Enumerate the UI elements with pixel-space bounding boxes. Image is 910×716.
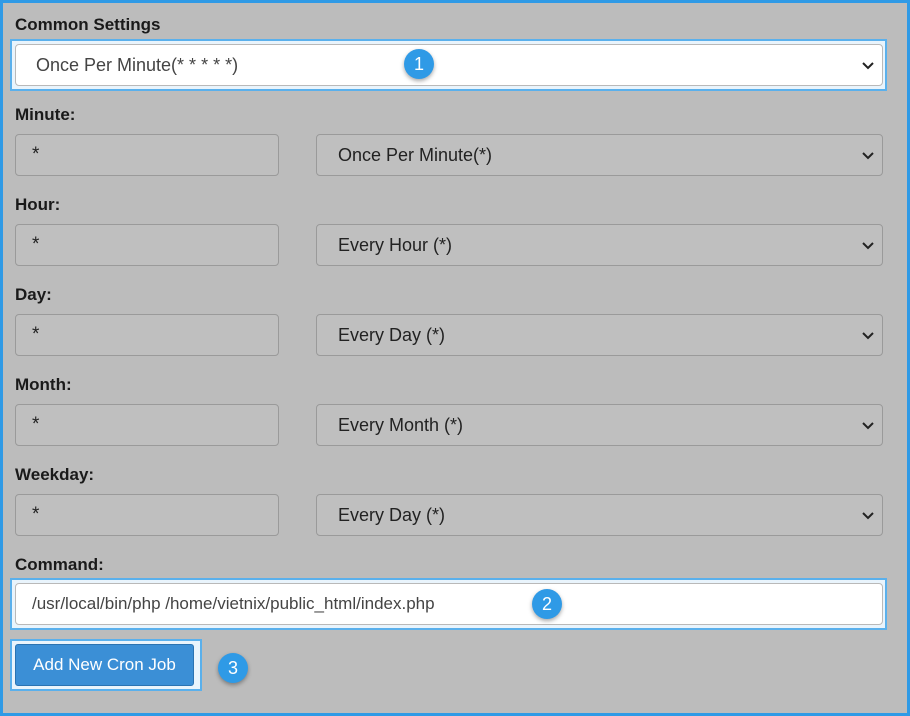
weekday-input[interactable]: * — [15, 494, 279, 536]
common-settings-select[interactable]: Once Per Minute(* * * * *) — [15, 44, 883, 86]
command-input[interactable]: /usr/local/bin/php /home/vietnix/public_… — [15, 583, 883, 625]
month-input[interactable]: * — [15, 404, 279, 446]
minute-select[interactable]: Once Per Minute(*) — [316, 134, 883, 176]
common-settings-label: Common Settings — [15, 15, 161, 34]
chevron-down-icon — [862, 152, 874, 160]
minute-label: Minute: — [15, 105, 76, 124]
weekday-select[interactable]: Every Day (*) — [316, 494, 883, 536]
weekday-select-value: Every Day (*) — [338, 505, 446, 525]
cron-panel: Common Settings Once Per Minute(* * * * … — [3, 3, 907, 713]
month-label: Month: — [15, 375, 72, 394]
step-badge-1: 1 — [404, 49, 434, 79]
add-new-cron-job-button[interactable]: Add New Cron Job — [15, 644, 194, 686]
day-label: Day: — [15, 285, 52, 304]
step-badge-3: 3 — [218, 653, 248, 683]
chevron-down-icon — [862, 62, 874, 70]
day-input[interactable]: * — [15, 314, 279, 356]
step-badge-2: 2 — [532, 589, 562, 619]
hour-label: Hour: — [15, 195, 61, 214]
minute-input[interactable]: * — [15, 134, 279, 176]
chevron-down-icon — [862, 332, 874, 340]
chevron-down-icon — [862, 422, 874, 430]
hour-select[interactable]: Every Hour (*) — [316, 224, 883, 266]
day-select[interactable]: Every Day (*) — [316, 314, 883, 356]
command-label: Command: — [15, 555, 104, 574]
month-select-value: Every Month (*) — [338, 415, 464, 435]
month-select[interactable]: Every Month (*) — [316, 404, 883, 446]
chevron-down-icon — [862, 512, 874, 520]
hour-select-value: Every Hour (*) — [338, 235, 453, 255]
day-select-value: Every Day (*) — [338, 325, 446, 345]
weekday-label: Weekday: — [15, 465, 95, 484]
hour-input[interactable]: * — [15, 224, 279, 266]
minute-select-value: Once Per Minute(*) — [338, 145, 493, 165]
chevron-down-icon — [862, 242, 874, 250]
common-settings-value: Once Per Minute(* * * * *) — [36, 55, 239, 75]
